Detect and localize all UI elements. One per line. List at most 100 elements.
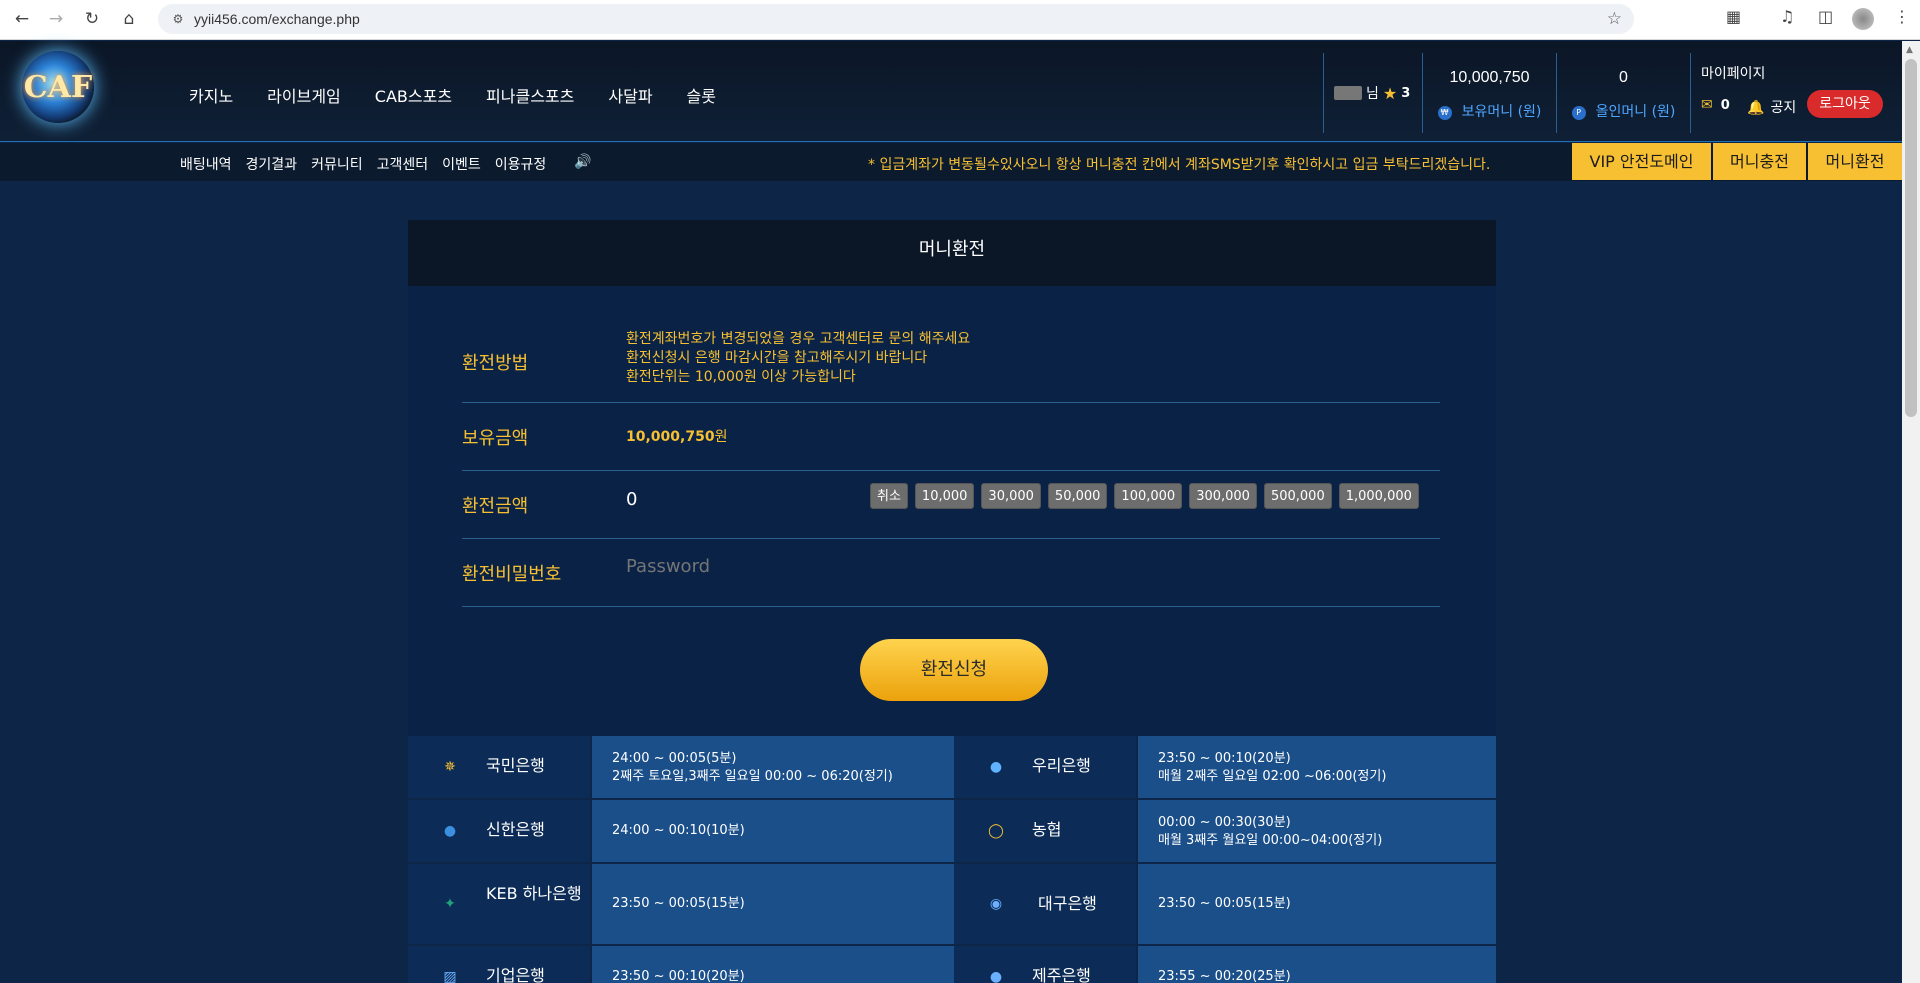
subnav-rules[interactable]: 이용규정 (495, 154, 547, 174)
media-icon[interactable]: ♫ (1780, 7, 1794, 26)
menu-icon[interactable]: ⋮ (1894, 7, 1910, 26)
bank-name: 농협 (1032, 820, 1062, 839)
bell-icon: 🔔 (1747, 100, 1765, 116)
bank-name: 제주은행 (1032, 966, 1091, 983)
url-text[interactable]: yyii456.com/exchange.php (194, 11, 360, 27)
chip-1000000[interactable]: 1,000,000 (1338, 483, 1419, 509)
chip-300000[interactable]: 300,000 (1189, 483, 1257, 509)
exchange-panel: 머니환전 환전방법 환전계좌번호가 변경되었을 경우 고객센터로 문의 해주세요… (408, 220, 1496, 736)
dgb-bank-icon: ◉ (989, 896, 1003, 912)
hours-cell: 23:50 ~ 00:10(20분) (592, 946, 954, 983)
table-row: ● 신한은행 24:00 ~ 00:10(10분) ◯ 농협 00:00 ~ 0… (408, 800, 1496, 862)
profile-avatar[interactable] (1852, 8, 1874, 30)
site-logo[interactable]: CAF (22, 51, 94, 123)
subnav-results[interactable]: 경기결과 (246, 154, 298, 174)
jeju-bank-icon: ● (989, 969, 1003, 983)
balance-row: 보유금액 10,000,750원 (462, 403, 1440, 471)
notice-link[interactable]: 🔔 공지 (1747, 97, 1796, 117)
hours-line: 23:50 ~ 00:05(15분) (1158, 896, 1291, 911)
subnav-community[interactable]: 커뮤니티 (311, 154, 363, 174)
submit-exchange-button[interactable]: 환전신청 (860, 639, 1048, 701)
password-input[interactable] (626, 556, 1226, 577)
hours-cell: 23:50 ~ 00:05(15분) (592, 864, 954, 944)
withdraw-button[interactable]: 머니환전 (1808, 143, 1902, 180)
chip-50000[interactable]: 50,000 (1047, 483, 1108, 509)
home-icon[interactable]: ⌂ (117, 7, 141, 31)
hours-line: 24:00 ~ 00:05(5분) (612, 751, 737, 766)
back-icon[interactable]: ← (10, 7, 34, 31)
sub-nav: 배팅내역 경기결과 커뮤니티 고객센터 이벤트 이용규정 🔊 * 입금계좌가 변… (0, 143, 1902, 181)
chip-cancel[interactable]: 취소 (870, 483, 908, 509)
table-row: ▨ 기업은행 23:50 ~ 00:10(20분) ● 제주은행 23:55 ~… (408, 946, 1496, 983)
table-row: ✵ 국민은행 24:00 ~ 00:05(5분) 2째주 토요일,3째주 일요일 … (408, 736, 1496, 798)
amount-row: 환전금액 0 취소 10,000 30,000 50,000 100,000 3… (462, 471, 1440, 539)
nav-live-game[interactable]: 라이브게임 (267, 83, 341, 107)
user-suffix: 님 (1366, 86, 1379, 102)
user-info: 님 ★ 3 (1323, 53, 1423, 133)
method-text: 환전계좌번호가 변경되었을 경우 고객센터로 문의 해주세요 환전신청시 은행 … (626, 330, 970, 387)
mail-link[interactable]: ✉ 0 (1701, 97, 1730, 113)
ibk-bank-icon: ▨ (443, 969, 457, 983)
amount-input[interactable]: 0 (626, 489, 637, 510)
sidepanel-icon[interactable]: ◫ (1818, 7, 1833, 26)
point-value: 0 (1619, 69, 1628, 86)
nav-slot[interactable]: 슬롯 (687, 83, 716, 107)
deposit-button[interactable]: 머니충전 (1713, 143, 1806, 180)
browser-toolbar: ← → ↻ ⌂ ⚙ yyii456.com/exchange.php ☆ ▦ ♫… (0, 0, 1920, 40)
address-bar[interactable]: ⚙ yyii456.com/exchange.php ☆ (158, 4, 1634, 34)
bank-cell: ● 신한은행 (408, 800, 590, 862)
site-info-icon[interactable]: ⚙ (168, 9, 188, 29)
extensions-icon[interactable]: ▦ (1726, 7, 1741, 26)
subnav-event[interactable]: 이벤트 (442, 154, 481, 174)
hours-line: 23:50 ~ 00:05(15분) (612, 896, 745, 911)
bank-name: 우리은행 (1032, 756, 1091, 775)
mypage-link[interactable]: 마이페이지 (1701, 63, 1765, 83)
money-label: 보유머니 (원) (1461, 104, 1542, 120)
won-coin-icon: ₩ (1437, 106, 1452, 120)
bank-cell: ✦ KEB 하나은행 (408, 864, 590, 944)
shinhan-bank-icon: ● (443, 823, 457, 839)
table-row: ✦ KEB 하나은행 23:50 ~ 00:05(15분) ◉ 대구은행 23:… (408, 864, 1496, 944)
hours-cell: 23:50 ~ 00:10(20분) 매월 2째주 일요일 02:00 ~06:0… (1138, 736, 1496, 798)
chip-30000[interactable]: 30,000 (981, 483, 1041, 509)
bookmark-star-icon[interactable]: ☆ (1607, 9, 1622, 29)
nh-bank-icon: ◯ (988, 823, 1004, 839)
notice-marquee: * 입금계좌가 변동될수있사오니 항상 머니충전 칸에서 계좌SMS받기후 확인… (868, 157, 1491, 173)
balance-label: 보유금액 (462, 428, 529, 449)
woori-bank-icon: ● (989, 759, 1003, 775)
bank-cell: ▨ 기업은행 (408, 946, 590, 983)
subnav-support[interactable]: 고객센터 (377, 154, 429, 174)
nav-sadari[interactable]: 사달파 (608, 83, 652, 107)
method-row: 환전방법 환전계좌번호가 변경되었을 경우 고객센터로 문의 해주세요 환전신청… (462, 286, 1440, 403)
bank-cell: ● 우리은행 (954, 736, 1136, 798)
bank-name: 신한은행 (486, 820, 545, 839)
nav-cab-sports[interactable]: CAB스포츠 (375, 83, 452, 107)
subnav-bet-history[interactable]: 배팅내역 (180, 154, 232, 174)
bank-cell: ◯ 농협 (954, 800, 1136, 862)
logout-button[interactable]: 로그아웃 (1807, 90, 1883, 118)
point-link[interactable]: P 올인머니 (원) (1557, 101, 1690, 121)
chip-10000[interactable]: 10,000 (914, 483, 975, 509)
scrollbar-thumb[interactable] (1905, 59, 1917, 417)
hours-line: 23:55 ~ 00:20(25분) (1158, 969, 1291, 983)
chip-500000[interactable]: 500,000 (1263, 483, 1332, 509)
method-line-1: 환전계좌번호가 변경되었을 경우 고객센터로 문의 해주세요 (626, 331, 971, 347)
point-box: 0 P 올인머니 (원) (1556, 53, 1690, 133)
money-link[interactable]: ₩ 보유머니 (원) (1423, 101, 1556, 121)
scroll-up-icon[interactable]: ▲ (1906, 45, 1913, 55)
chip-100000[interactable]: 100,000 (1114, 483, 1183, 509)
hours-line: 24:00 ~ 00:10(10분) (612, 823, 745, 838)
forward-icon[interactable]: → (44, 7, 68, 31)
page-scrollbar[interactable]: ▲ (1902, 41, 1920, 983)
hours-line: 23:50 ~ 00:10(20분) (1158, 751, 1291, 766)
balance-unit: 원 (714, 429, 728, 445)
logo-text: CAF (23, 69, 93, 105)
reload-icon[interactable]: ↻ (80, 7, 104, 31)
bank-name: 국민은행 (486, 756, 545, 775)
mypage-box: 마이페이지 ✉ 0 🔔 공지 로그아웃 (1690, 53, 1902, 133)
vip-domain-button[interactable]: VIP 안전도메인 (1572, 143, 1711, 180)
nav-pinnacle-sports[interactable]: 피나클스포츠 (486, 83, 574, 107)
nav-casino[interactable]: 카지노 (189, 83, 233, 107)
hours-line: 매월 2째주 일요일 02:00 ~06:00(정기) (1158, 769, 1387, 784)
bank-cell: ✵ 국민은행 (408, 736, 590, 798)
